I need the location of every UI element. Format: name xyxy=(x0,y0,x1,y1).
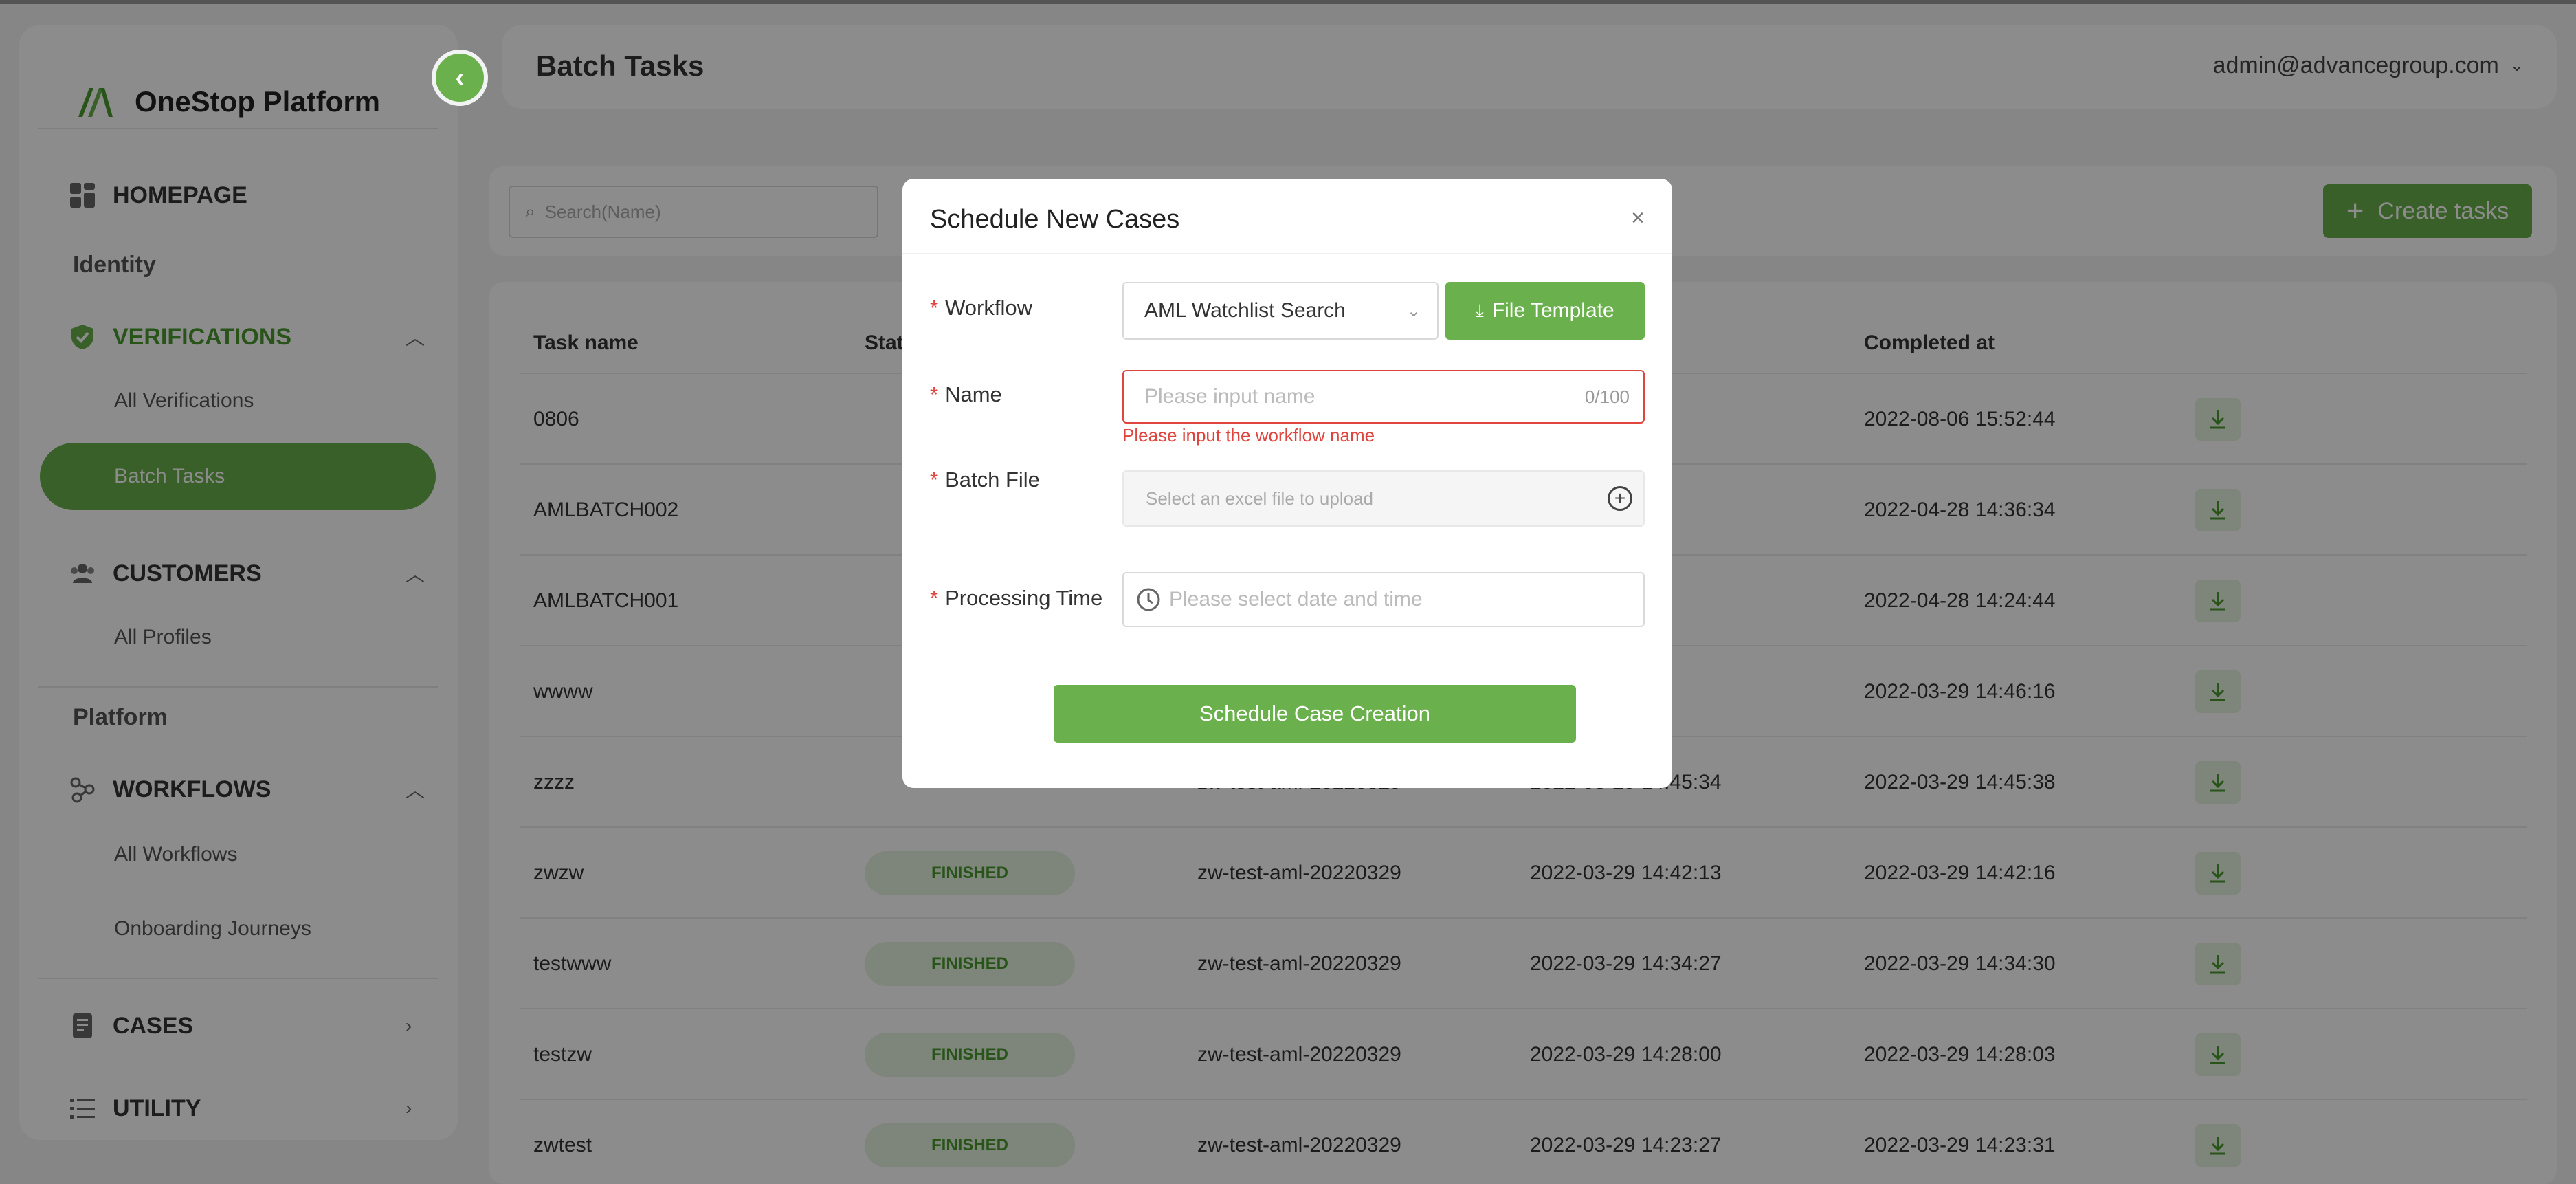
name-error-message: Please input the workflow name xyxy=(1122,425,1375,446)
name-input[interactable]: Please input name 0/100 xyxy=(1122,370,1645,424)
name-label-text: Name xyxy=(945,382,1002,406)
processing-time-picker[interactable]: Please select date and time xyxy=(1122,572,1645,627)
character-count: 0/100 xyxy=(1584,386,1630,407)
batch-file-label-text: Batch File xyxy=(945,468,1040,492)
modal-title: Schedule New Cases xyxy=(930,205,1180,234)
required-marker: * xyxy=(930,586,939,610)
required-marker: * xyxy=(930,468,939,492)
workflow-label: * Workflow xyxy=(930,296,1032,320)
processing-time-label-text: Processing Time xyxy=(945,586,1103,610)
workflow-label-text: Workflow xyxy=(945,296,1032,320)
name-placeholder: Please input name xyxy=(1144,385,1315,408)
name-label: * Name xyxy=(930,382,1002,407)
download-icon: ⤓ xyxy=(1476,300,1484,320)
file-template-label: File Template xyxy=(1491,299,1614,322)
chevron-down-icon: ⌄ xyxy=(1406,301,1421,320)
required-marker: * xyxy=(930,382,939,406)
clock-icon xyxy=(1137,588,1160,611)
add-circle-icon[interactable]: + xyxy=(1608,486,1632,511)
batch-file-upload[interactable]: Select an excel file to upload + xyxy=(1122,470,1645,527)
batch-file-placeholder: Select an excel file to upload xyxy=(1146,487,1373,509)
workflow-select-value: AML Watchlist Search xyxy=(1144,299,1346,322)
schedule-case-creation-button[interactable]: Schedule Case Creation xyxy=(1054,685,1576,743)
required-marker: * xyxy=(930,296,939,320)
sidebar-collapse-button[interactable]: ‹ xyxy=(432,50,488,106)
file-template-button[interactable]: ⤓ File Template xyxy=(1445,282,1645,340)
processing-time-placeholder: Please select date and time xyxy=(1169,588,1423,611)
modal-divider xyxy=(902,253,1672,254)
batch-file-label: * Batch File xyxy=(930,468,1040,492)
close-icon[interactable]: × xyxy=(1631,205,1645,232)
chevron-left-icon: ‹ xyxy=(455,62,465,93)
workflow-select[interactable]: AML Watchlist Search ⌄ xyxy=(1122,282,1439,340)
schedule-cases-modal: Schedule New Cases × * Workflow AML Watch… xyxy=(902,179,1672,788)
processing-time-label: * Processing Time xyxy=(930,586,1102,611)
